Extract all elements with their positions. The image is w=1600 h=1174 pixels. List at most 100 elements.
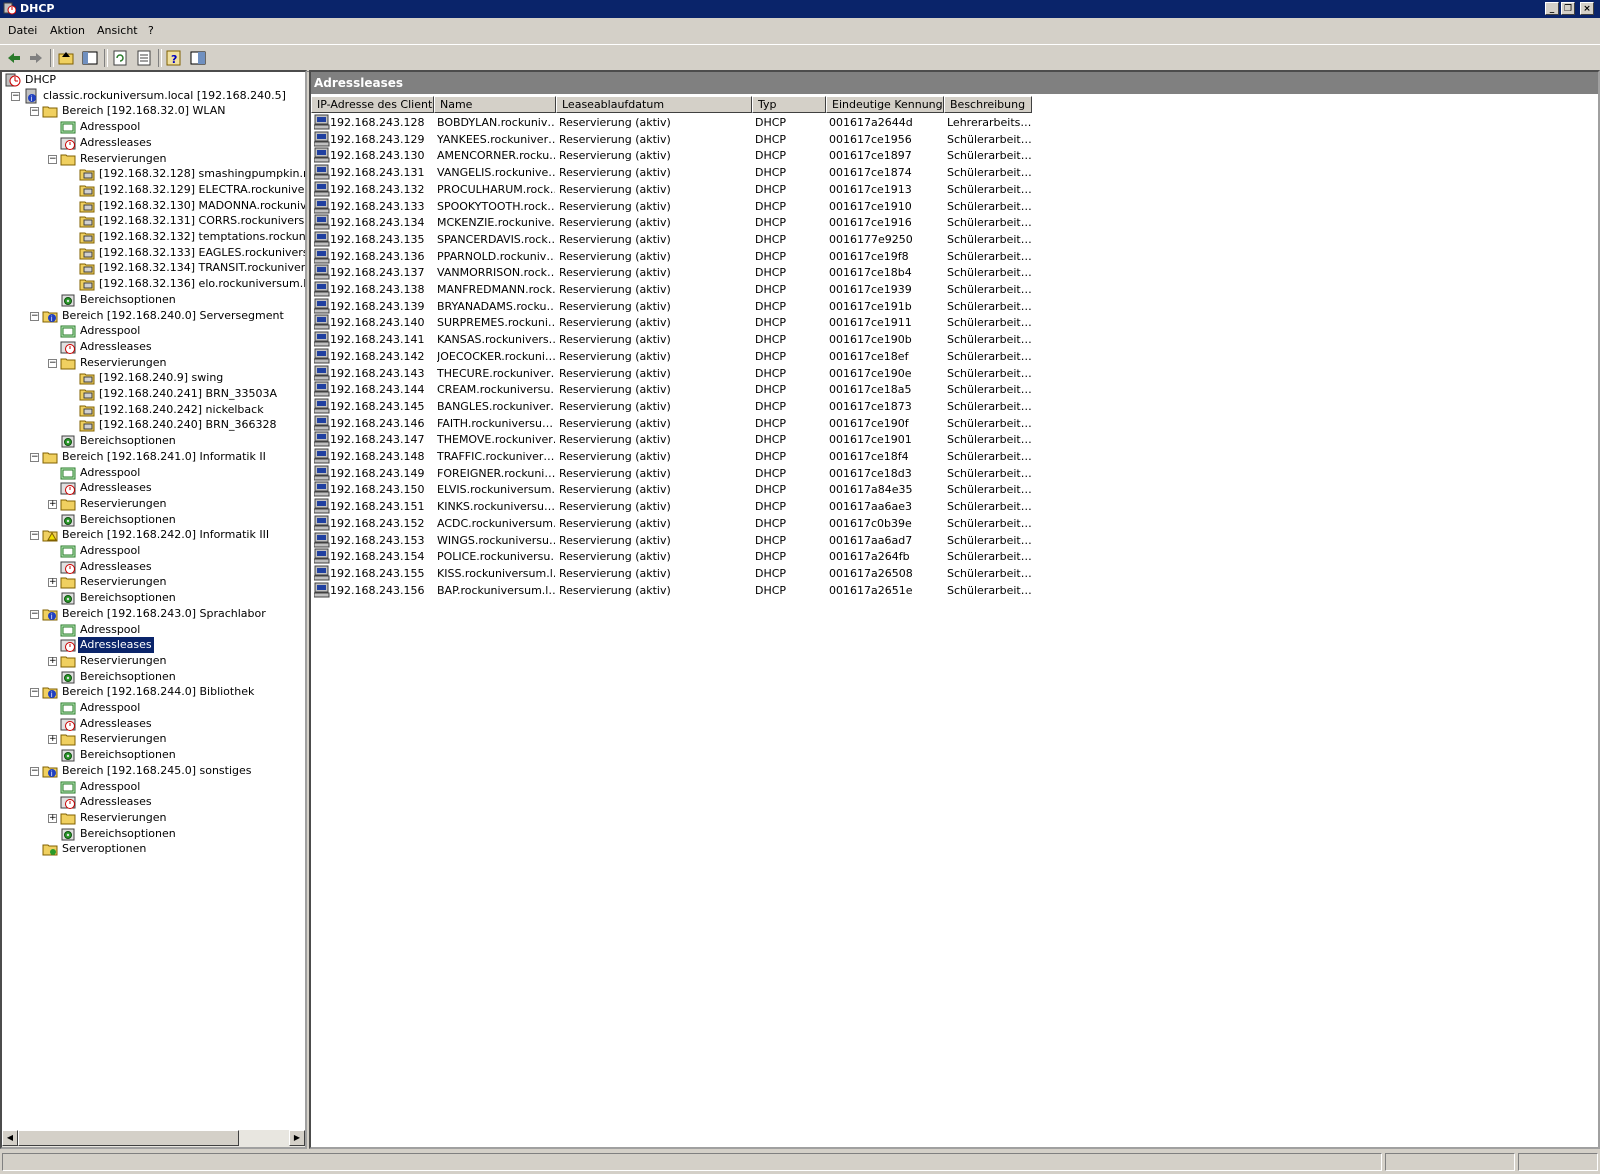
- lease-row[interactable]: 192.168.243.152 ACDC.rockuniversum… Reserv…: [311, 515, 1598, 532]
- lease-row[interactable]: 192.168.243.136 PPARNOLD.rockuniv… Reservi…: [311, 248, 1598, 265]
- menu-aktion[interactable]: Aktion: [50, 24, 85, 37]
- tree-item[interactable]: − Bereich [192.168.32.0] WLAN: [2, 103, 305, 119]
- lease-row[interactable]: 192.168.243.133 SPOOKYTOOTH.rock… Reservie…: [311, 198, 1598, 215]
- collapse-icon[interactable]: −: [48, 154, 57, 164]
- tree-item[interactable]: [192.168.240.9] swing: [2, 370, 305, 386]
- tree-item[interactable]: Serveroptionen: [2, 841, 305, 857]
- tree-item[interactable]: Adressleases: [2, 636, 305, 655]
- tree-item[interactable]: Bereichsoptionen: [2, 826, 305, 842]
- collapse-icon[interactable]: −: [30, 766, 39, 776]
- tree-item[interactable]: Bereichsoptionen: [2, 292, 305, 308]
- tree-item[interactable]: Adresspool: [2, 323, 305, 339]
- expand-icon[interactable]: +: [48, 656, 57, 666]
- tree-item[interactable]: Adressleases: [2, 794, 305, 810]
- help-icon[interactable]: ?: [164, 48, 184, 68]
- collapse-icon[interactable]: −: [30, 609, 39, 619]
- export-icon[interactable]: [134, 48, 154, 68]
- lease-row[interactable]: 192.168.243.138 MANFREDMANN.rock… Reservie…: [311, 281, 1598, 298]
- console-tree[interactable]: DHCP − i classic.rockuniversum.local [192.1…: [0, 70, 307, 1149]
- tree-item[interactable]: − Bereich [192.168.241.0] Informatik II: [2, 449, 305, 465]
- lease-row[interactable]: 192.168.243.150 ELVIS.rockuniversum… Reser…: [311, 481, 1598, 498]
- collapse-icon[interactable]: −: [48, 358, 57, 368]
- tree-item[interactable]: [192.168.32.132] temptations.rockunivers: [2, 229, 305, 245]
- tree-item[interactable]: [192.168.32.129] ELECTRA.rockuniversum: [2, 182, 305, 198]
- expand-icon[interactable]: +: [48, 578, 57, 588]
- tree-item[interactable]: − Bereich [192.168.242.0] Informatik III: [2, 527, 305, 543]
- tree-item[interactable]: Adresspool: [2, 622, 305, 638]
- tree-item[interactable]: Adressleases: [2, 559, 305, 575]
- lease-row[interactable]: 192.168.243.139 BRYANADAMS.rocku… Reservie…: [311, 298, 1598, 315]
- collapse-icon[interactable]: −: [30, 311, 39, 321]
- column-header-type[interactable]: Typ: [752, 96, 826, 113]
- lease-row[interactable]: 192.168.243.134 MCKENZIE.rockunive… Reserv…: [311, 214, 1598, 231]
- tree-item[interactable]: Adresspool: [2, 779, 305, 795]
- tree-item[interactable]: Bereichsoptionen: [2, 590, 305, 606]
- lease-row[interactable]: 192.168.243.130 AMENCORNER.rocku… Reservie…: [311, 147, 1598, 164]
- expand-icon[interactable]: +: [48, 499, 57, 509]
- lease-row[interactable]: 192.168.243.145 BANGLES.rockuniver… Reserv…: [311, 398, 1598, 415]
- expand-icon[interactable]: +: [48, 813, 57, 823]
- tree-item[interactable]: [192.168.32.136] elo.rockuniversum.local: [2, 276, 305, 292]
- collapse-icon[interactable]: −: [30, 107, 39, 117]
- lease-row[interactable]: 192.168.243.146 FAITH.rockuniversu… Reserv…: [311, 415, 1598, 432]
- collapse-icon[interactable]: −: [30, 452, 39, 462]
- tree-horizontal-scrollbar[interactable]: ◀ ▶: [2, 1130, 305, 1147]
- scroll-left-icon[interactable]: ◀: [2, 1130, 18, 1146]
- tree-item[interactable]: Adressleases: [2, 135, 305, 151]
- tree-item[interactable]: − i Bereich [192.168.240.0] Serversegment: [2, 308, 305, 324]
- expand-icon[interactable]: +: [48, 735, 57, 745]
- tree-item[interactable]: + Reservierungen: [2, 653, 305, 669]
- lease-row[interactable]: 192.168.243.141 KANSAS.rockunivers… Reserv…: [311, 331, 1598, 348]
- tree-item[interactable]: [192.168.32.128] smashingpumpkin.rockur: [2, 166, 305, 182]
- refresh-icon[interactable]: [110, 48, 130, 68]
- collapse-icon[interactable]: −: [11, 91, 20, 101]
- lease-row[interactable]: 192.168.243.154 POLICE.rockuniversu… Reser…: [311, 548, 1598, 565]
- lease-row[interactable]: 192.168.243.129 YANKEES.rockuniver… Reserv…: [311, 131, 1598, 148]
- scroll-right-icon[interactable]: ▶: [289, 1130, 305, 1146]
- tree-item[interactable]: + Reservierungen: [2, 496, 305, 512]
- tree-item[interactable]: Adressleases: [2, 339, 305, 355]
- show-tree-icon[interactable]: [80, 48, 100, 68]
- menu-datei[interactable]: Datei: [8, 24, 37, 37]
- lease-row[interactable]: 192.168.243.131 VANGELIS.rockunive… Reserv…: [311, 164, 1598, 181]
- tree-item[interactable]: − i Bereich [192.168.243.0] Sprachlabor: [2, 606, 305, 622]
- tree-item[interactable]: DHCP: [2, 72, 305, 88]
- lease-row[interactable]: 192.168.243.140 SURPREMES.rockuni… Reservi…: [311, 314, 1598, 331]
- tree-item[interactable]: Bereichsoptionen: [2, 669, 305, 685]
- lease-row[interactable]: 192.168.243.155 KISS.rockuniversum.l… Rese…: [311, 565, 1598, 582]
- lease-row[interactable]: 192.168.243.128 BOBDYLAN.rockuniv… Reservi…: [311, 114, 1598, 131]
- lease-row[interactable]: 192.168.243.153 WINGS.rockuniversu… Reserv…: [311, 532, 1598, 549]
- tree-item[interactable]: − i Bereich [192.168.245.0] sonstiges: [2, 763, 305, 779]
- lease-row[interactable]: 192.168.243.135 SPANCERDAVIS.rock… Reservi…: [311, 231, 1598, 248]
- tree-item[interactable]: − Reservierungen: [2, 355, 305, 371]
- restore-button[interactable]: ❐: [1561, 2, 1575, 15]
- minimize-button[interactable]: _: [1545, 2, 1559, 15]
- column-header-unique-id[interactable]: Eindeutige Kennung: [826, 96, 944, 113]
- collapse-icon[interactable]: −: [30, 688, 39, 698]
- lease-row[interactable]: 192.168.243.132 PROCULHARUM.rock… Reservie…: [311, 181, 1598, 198]
- tree-item[interactable]: [192.168.32.131] CORRS.rockuniversum.lo: [2, 213, 305, 229]
- tree-item[interactable]: [192.168.32.133] EAGLES.rockuniversum.l: [2, 245, 305, 261]
- tree-item[interactable]: + Reservierungen: [2, 810, 305, 826]
- column-header-name[interactable]: Name: [434, 96, 556, 113]
- tree-item[interactable]: − i classic.rockuniversum.local [192.168.2…: [2, 88, 305, 104]
- lease-row[interactable]: 192.168.243.137 VANMORRISON.rock… Reservie…: [311, 264, 1598, 281]
- tree-item[interactable]: Adresspool: [2, 700, 305, 716]
- close-button[interactable]: ×: [1580, 2, 1594, 15]
- tree-item[interactable]: + Reservierungen: [2, 731, 305, 747]
- tree-item[interactable]: Adresspool: [2, 119, 305, 135]
- tree-item[interactable]: [192.168.32.130] MADONNA.rockuniversu: [2, 198, 305, 214]
- lease-row[interactable]: 192.168.243.147 THEMOVE.rockuniver… Reserv…: [311, 431, 1598, 448]
- collapse-icon[interactable]: −: [30, 531, 39, 541]
- lease-row[interactable]: 192.168.243.144 CREAM.rockuniversu… Reserv…: [311, 381, 1598, 398]
- tree-item[interactable]: [192.168.240.242] nickelback: [2, 402, 305, 418]
- column-header-lease-expiry[interactable]: Leaseablaufdatum: [556, 96, 752, 113]
- tree-item[interactable]: Adressleases: [2, 716, 305, 732]
- tree-item[interactable]: [192.168.240.241] BRN_33503A: [2, 386, 305, 402]
- lease-row[interactable]: 192.168.243.148 TRAFFIC.rockuniver… Reserv…: [311, 448, 1598, 465]
- back-icon[interactable]: [4, 48, 24, 68]
- tree-item[interactable]: Bereichsoptionen: [2, 433, 305, 449]
- menu-ansicht[interactable]: Ansicht: [97, 24, 138, 37]
- lease-row[interactable]: 192.168.243.149 FOREIGNER.rockuni… Reservi…: [311, 465, 1598, 482]
- column-header-ip[interactable]: IP-Adresse des Clients: [311, 96, 434, 113]
